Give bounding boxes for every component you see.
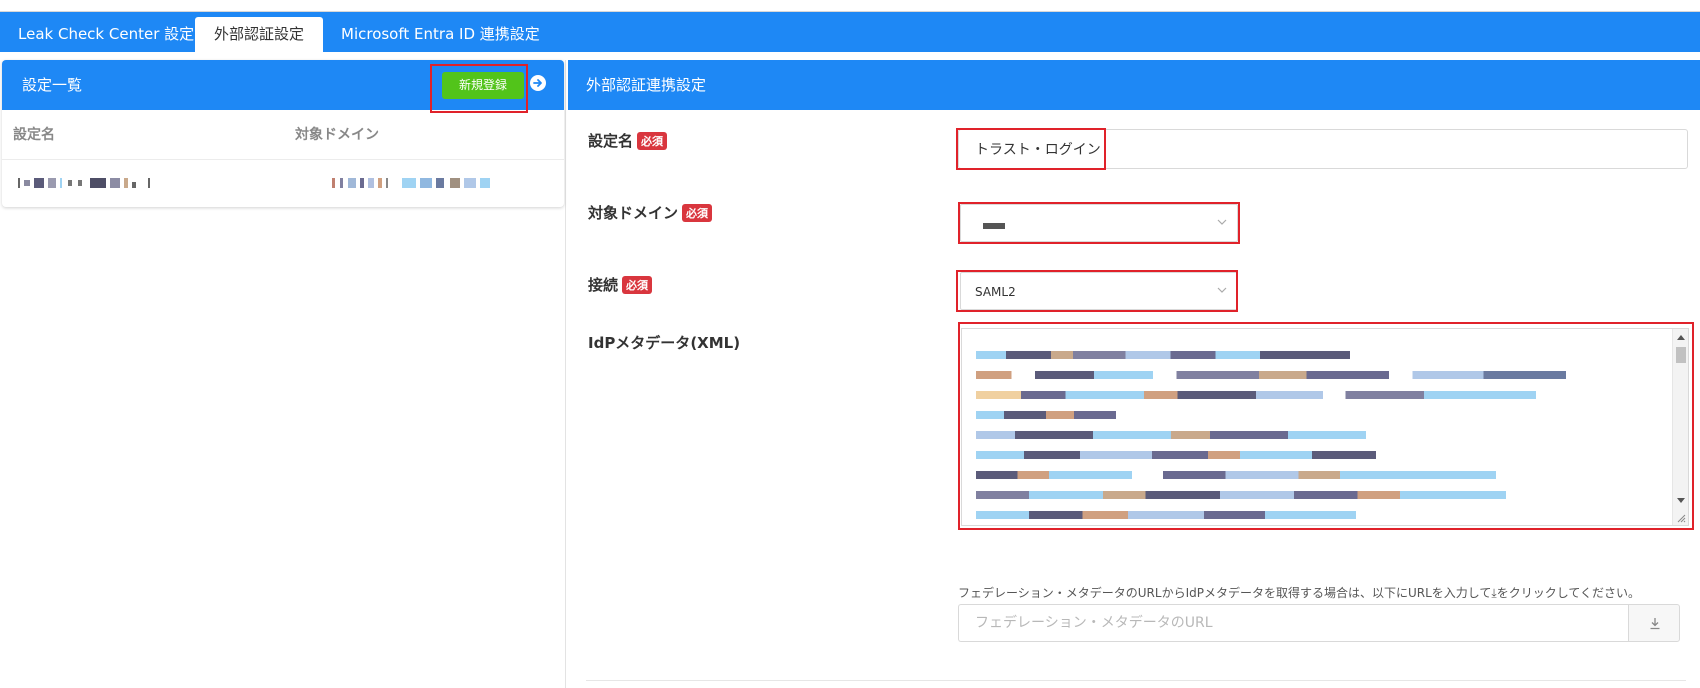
setting-name-input[interactable] xyxy=(958,129,1688,169)
column-header-setting-name: 設定名 xyxy=(13,127,55,143)
scroll-thumb[interactable] xyxy=(1676,347,1686,363)
connection-label-text: 接続 xyxy=(588,276,619,294)
tab-external-auth-settings[interactable]: 外部認証設定 xyxy=(195,17,323,52)
external-auth-settings-panel: 外部認証連携設定 設定名必須 対象ドメイン必須 接続必須 SAML2 IdPメタ… xyxy=(568,60,1700,688)
idp-metadata-textarea[interactable] xyxy=(961,328,1689,526)
chevron-down-icon xyxy=(1217,219,1227,225)
scroll-up-arrow-icon[interactable] xyxy=(1677,335,1685,340)
column-header-target-domain: 対象ドメイン xyxy=(295,127,379,143)
idp-metadata-label: IdPメタデータ(XML) xyxy=(588,334,741,352)
download-icon xyxy=(1650,618,1660,630)
table-row-name-redacted[interactable] xyxy=(14,170,154,196)
window-top-edge xyxy=(0,0,1700,12)
fetch-metadata-button[interactable] xyxy=(1628,604,1680,642)
textarea-scrollbar[interactable] xyxy=(1672,329,1688,525)
required-badge: 必須 xyxy=(622,275,653,294)
required-badge: 必須 xyxy=(637,131,668,150)
metadata-url-hint: フェデレーション・メタデータのURLからIdPメタデータを取得する場合は、以下に… xyxy=(958,586,1640,600)
target-domain-select[interactable] xyxy=(960,204,1238,242)
domain-value-redacted xyxy=(983,223,1005,229)
external-auth-title: 外部認証連携設定 xyxy=(586,76,707,94)
settings-list-panel: 設定一覧 新規登録 設定名 対象ドメイン xyxy=(2,60,564,207)
table-row-domain-redacted xyxy=(332,170,502,196)
tab-leak-check-center-settings[interactable]: Leak Check Center 設定 xyxy=(0,17,212,52)
connection-label: 接続 必須 xyxy=(588,274,653,295)
form-divider xyxy=(586,680,1686,681)
external-auth-header: 外部認証連携設定 xyxy=(568,60,1700,110)
setting-name-label: 設定名 必須 xyxy=(588,130,668,151)
federation-metadata-url-input[interactable] xyxy=(958,604,1628,642)
chevron-down-icon xyxy=(1217,287,1227,293)
tab-bar: Leak Check Center 設定 外部認証設定 Microsoft En… xyxy=(0,12,1700,52)
connection-select[interactable]: SAML2 xyxy=(960,272,1238,310)
setting-name-label-text: 設定名 xyxy=(588,132,634,150)
required-badge: 必須 xyxy=(682,203,713,222)
resize-grip-icon[interactable] xyxy=(1676,513,1686,523)
target-domain-label: 対象ドメイン 必須 xyxy=(588,202,713,223)
target-domain-label-text: 対象ドメイン xyxy=(588,204,679,222)
connection-select-value: SAML2 xyxy=(975,285,1016,299)
arrow-right-circle-icon[interactable] xyxy=(530,75,546,91)
scroll-down-arrow-icon[interactable] xyxy=(1677,498,1685,503)
header-divider xyxy=(2,159,564,160)
settings-list-title: 設定一覧 xyxy=(22,76,83,94)
new-registration-button[interactable]: 新規登録 xyxy=(442,72,524,99)
tab-entra-id-settings[interactable]: Microsoft Entra ID 連携設定 xyxy=(323,17,558,52)
settings-list-header: 設定一覧 新規登録 xyxy=(2,60,564,110)
